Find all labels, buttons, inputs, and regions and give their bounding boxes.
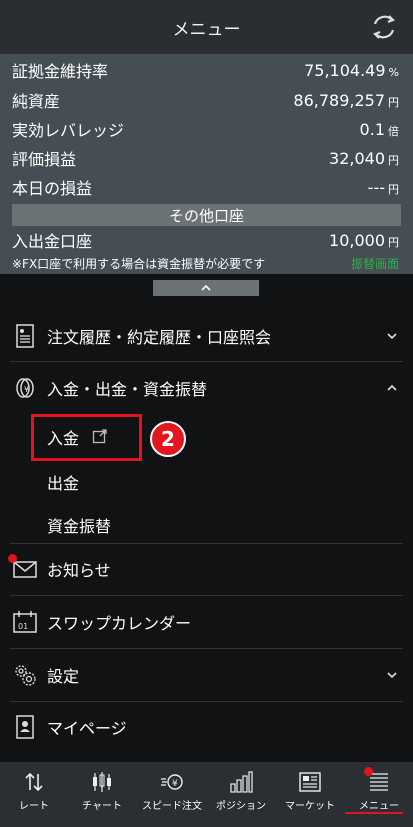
notification-dot (8, 554, 17, 563)
user-document-icon (16, 715, 34, 739)
svg-text:¥: ¥ (172, 779, 178, 789)
coin-icon: ¥ (16, 378, 34, 398)
gear-icon (15, 665, 36, 686)
submenu-transfer[interactable]: 資金振替 (47, 513, 111, 537)
bar-chart-icon (230, 771, 253, 793)
document-icon (16, 324, 34, 348)
chevron-down-icon (387, 672, 397, 679)
menu-item-history[interactable]: 注文履歴・約定履歴・口座照会 (0, 310, 413, 362)
tab-market[interactable]: マーケット (276, 762, 344, 822)
account-summary: 証拠金維持率 75,104.49% 純資産 86,789,257 円 実効レバレッ… (0, 54, 413, 296)
menu-item-news-label: お知らせ (47, 561, 111, 580)
notification-dot (364, 767, 373, 776)
refresh-icon[interactable] (369, 12, 399, 42)
summary-row-margin-ratio: 証拠金維持率 75,104.49% (12, 60, 399, 82)
tab-speed-order[interactable]: ¥ スピード注文 (138, 762, 206, 822)
other-accounts-header: その他口座 (12, 204, 401, 226)
tab-rate[interactable]: レート (0, 762, 68, 822)
page-title: メニュー (172, 19, 241, 40)
svg-text:¥: ¥ (24, 385, 29, 394)
menu-item-swap-calendar-label: スワップカレンダー (47, 614, 192, 633)
calendar-icon: 01 (13, 611, 37, 633)
collapse-summary-button[interactable] (153, 280, 259, 296)
menu-item-settings[interactable]: 設定 (0, 649, 413, 701)
bottom-tab-bar: レート チャート ¥ スピード注文 ポジション マーケット メニュー (0, 762, 413, 827)
newspaper-icon (299, 772, 321, 792)
transfer-note: ※FX口座で利用する場合は資金振替が必要です (12, 257, 266, 271)
summary-row-unrealized-pl: 評価損益 32,040 円 (12, 148, 399, 170)
menu-item-mypage[interactable]: マイページ (0, 701, 413, 753)
summary-row-net-assets: 純資産 86,789,257 円 (12, 90, 399, 112)
speed-yen-icon: ¥ (161, 774, 183, 790)
sort-arrows-icon (25, 772, 43, 792)
summary-row-deposit-account: 入出金口座 10,000 円 (12, 230, 399, 252)
menu-item-settings-label: 設定 (47, 667, 80, 686)
step-badge: 2 (150, 421, 186, 457)
header-bar: メニュー (0, 0, 413, 54)
chevron-down-icon (387, 333, 397, 340)
active-tab-indicator (345, 812, 403, 814)
svg-text:01: 01 (18, 622, 28, 631)
transfer-screen-link[interactable]: 振替画面 (351, 255, 399, 272)
candlestick-icon (93, 772, 111, 792)
tab-position[interactable]: ポジション (207, 762, 275, 822)
menu-item-news[interactable]: お知らせ (0, 543, 413, 595)
summary-row-today-pl: 本日の損益 --- 円 (12, 177, 399, 199)
menu-item-funds[interactable]: ¥ 入金・出金・資金振替 (0, 362, 413, 414)
menu-item-mypage-label: マイページ (47, 719, 127, 738)
menu-item-history-label: 注文履歴・約定履歴・口座照会 (47, 328, 272, 347)
menu-item-funds-label: 入金・出金・資金振替 (47, 380, 208, 399)
highlight-box (31, 414, 142, 461)
chevron-up-icon (201, 284, 211, 291)
summary-row-leverage: 実効レバレッジ 0.1 倍 (12, 119, 399, 141)
submenu-withdraw[interactable]: 出金 (47, 470, 79, 494)
tab-chart[interactable]: チャート (68, 762, 136, 822)
chevron-up-icon (387, 384, 397, 391)
menu-item-swap-calendar[interactable]: 01 スワップカレンダー (0, 596, 413, 648)
